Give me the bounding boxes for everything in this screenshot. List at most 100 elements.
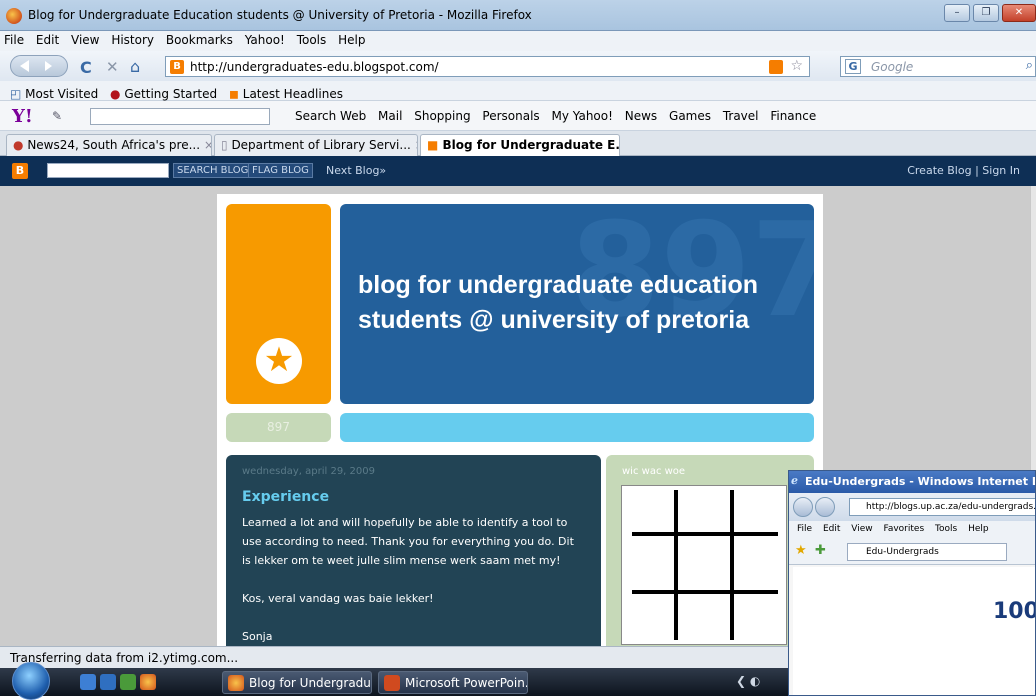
tic-tac-toe-image (621, 485, 787, 645)
grid-line (674, 490, 678, 640)
taskbar-firefox[interactable]: Blog for Undergradu... (222, 671, 372, 694)
ie-icon: ℯ (791, 474, 798, 487)
ie-menu-view[interactable]: View (851, 524, 872, 534)
yahoo-link-mail[interactable]: Mail (378, 109, 402, 123)
ie-menu-file[interactable]: File (797, 524, 812, 534)
yahoo-link-news[interactable]: News (625, 109, 657, 123)
favorites-star-icon[interactable]: ★ (795, 543, 807, 558)
yahoo-logo[interactable]: Y! (12, 106, 33, 127)
stop-icon[interactable]: ✕ (106, 58, 119, 76)
firefox-quicklaunch-icon[interactable] (140, 674, 156, 690)
blogger-navbar: B SEARCH BLOG FLAG BLOG Next Blog» Creat… (0, 156, 1036, 186)
add-favorites-icon[interactable]: ✚ (815, 543, 826, 558)
tab-close-icon[interactable]: × (415, 138, 417, 152)
search-icon[interactable]: ⌕ (1026, 58, 1033, 73)
search-box[interactable]: G Google ⌕ (840, 56, 1036, 77)
home-icon[interactable]: ⌂ (130, 57, 140, 76)
ie-address-bar: http://blogs.up.ac.za/edu-undergrads.ph (789, 493, 1035, 521)
excel-icon[interactable] (120, 674, 136, 690)
search-blog-button[interactable]: SEARCH BLOG (173, 163, 253, 178)
create-signin-link[interactable]: Create Blog | Sign In (907, 164, 1020, 177)
ie-menu-help[interactable]: Help (968, 524, 989, 534)
close-button[interactable]: ✕ (1002, 4, 1036, 22)
yahoo-link-my-yahoo[interactable]: My Yahoo! (552, 109, 613, 123)
ie-menu-edit[interactable]: Edit (823, 524, 840, 534)
ie-forward-button[interactable] (815, 497, 835, 517)
bookmarks-toolbar: ◰ Most Visited ● Getting Started ◼ Lates… (0, 81, 1036, 101)
blue-bar (340, 413, 814, 442)
back-arrow-icon (20, 60, 52, 72)
google-icon[interactable]: G (845, 59, 861, 74)
start-button[interactable] (12, 662, 50, 700)
ie-favorites-bar: ★ ✚ Edu-Undergrads (789, 539, 1035, 565)
blogger-logo[interactable]: B (12, 163, 28, 179)
menu-view[interactable]: View (67, 31, 103, 47)
yahoo-toolbar: Y! ✎ Search Web Mail Shopping Personals … (0, 101, 1036, 131)
menu-bookmarks[interactable]: Bookmarks (162, 31, 237, 47)
yahoo-link-travel[interactable]: Travel (723, 109, 759, 123)
yahoo-search-input[interactable] (90, 108, 270, 125)
back-forward-button[interactable] (10, 55, 68, 77)
taskbar-powerpoint[interactable]: Microsoft PowerPoin... (378, 671, 528, 694)
tab-bar: ● News24, South Africa's pre... × ▯ Depa… (0, 131, 1036, 157)
blog-search-input[interactable] (47, 163, 169, 178)
url-text: http://undergraduates-edu.blogspot.com/ (190, 60, 439, 74)
blogger-favicon: ■ (427, 138, 439, 152)
menu-yahoo[interactable]: Yahoo! (241, 31, 289, 47)
menu-file[interactable]: File (0, 31, 28, 47)
menu-help[interactable]: Help (334, 31, 369, 47)
tab-news24[interactable]: ● News24, South Africa's pre... × (6, 134, 212, 156)
tray-chevron-icon[interactable]: ❮ ◐ (736, 674, 760, 688)
firefox-bookmark-icon: ● (110, 87, 121, 101)
menu-history[interactable]: History (107, 31, 158, 47)
bookmark-star-icon[interactable]: ☆ (790, 58, 803, 74)
green-bar: 897 (226, 413, 331, 442)
news24-favicon: ● (13, 138, 24, 152)
tab-library[interactable]: ▯ Department of Library Servi... × (214, 134, 418, 156)
ie-page: 100 (793, 567, 1035, 695)
yahoo-search-web[interactable]: Search Web (295, 109, 366, 123)
yahoo-link-finance[interactable]: Finance (770, 109, 816, 123)
blog-title[interactable]: blog for undergraduate education student… (358, 268, 808, 338)
post-paragraph: Kos, veral vandag was baie lekker! (242, 592, 434, 605)
ie-menu-favorites[interactable]: Favorites (883, 524, 924, 534)
star-icon: ★ (256, 338, 302, 384)
ie-window[interactable]: ℯ Edu-Undergrads - Windows Internet Expl… (788, 470, 1036, 696)
rss-icon[interactable] (769, 60, 783, 74)
word-icon[interactable] (100, 674, 116, 690)
reload-icon[interactable]: C (80, 58, 92, 77)
url-bar[interactable]: B http://undergraduates-edu.blogspot.com… (165, 56, 810, 77)
tab-blog[interactable]: ■ Blog for Undergraduate E... × (420, 134, 620, 157)
flag-blog-button[interactable]: FLAG BLOG (248, 163, 313, 178)
firefox-icon (6, 8, 22, 24)
search-placeholder: Google (871, 60, 914, 74)
minimize-button[interactable]: – (944, 4, 970, 22)
show-desktop-icon[interactable] (80, 674, 96, 690)
yahoo-link-shopping[interactable]: Shopping (414, 109, 470, 123)
powerpoint-icon (384, 675, 400, 691)
pencil-icon[interactable]: ✎ (52, 109, 62, 123)
menu-tools[interactable]: Tools (293, 31, 331, 47)
bookmark-getting-started[interactable]: ● Getting Started (110, 81, 217, 101)
bookmark-latest-headlines[interactable]: ◼ Latest Headlines (229, 81, 343, 101)
ie-menu-tools[interactable]: Tools (935, 524, 957, 534)
maximize-button[interactable]: ❐ (973, 4, 999, 22)
tab-close-icon[interactable]: × (204, 138, 211, 152)
blog-header: 897 blog for undergraduate education stu… (340, 204, 814, 404)
grid-line (632, 532, 778, 536)
ie-url-input[interactable]: http://blogs.up.ac.za/edu-undergrads.ph (849, 498, 1035, 516)
bookmark-most-visited[interactable]: ◰ Most Visited (10, 81, 98, 101)
menu-edit[interactable]: Edit (32, 31, 63, 47)
blogger-favicon: B (170, 60, 184, 74)
firefox-icon (228, 675, 244, 691)
rss-feed-icon: ◼ (228, 87, 239, 101)
window-title: Blog for Undergraduate Education student… (28, 8, 532, 22)
ie-back-button[interactable] (793, 497, 813, 517)
next-blog-link[interactable]: Next Blog» (326, 164, 386, 177)
yahoo-link-games[interactable]: Games (669, 109, 711, 123)
post-title[interactable]: Experience (242, 489, 329, 505)
yahoo-link-personals[interactable]: Personals (482, 109, 539, 123)
sidebar-title: wic wac woe (622, 466, 686, 477)
grid-line (632, 590, 778, 594)
ie-tab[interactable]: Edu-Undergrads (847, 543, 1007, 561)
